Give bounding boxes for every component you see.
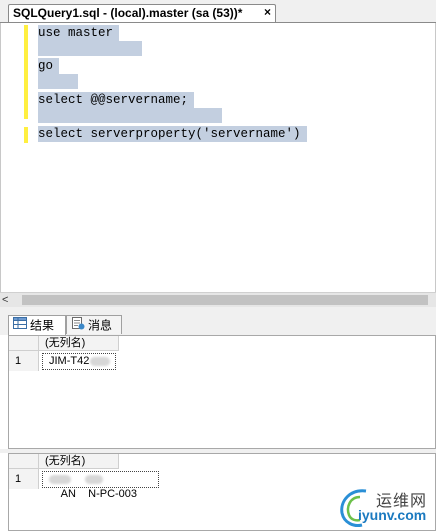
result-cell-value: JIM-T42 — [49, 355, 90, 367]
code-line-select-servername[interactable]: select @@servername; — [38, 92, 195, 108]
row-number[interactable]: 1 — [9, 351, 39, 371]
redacted-blur — [85, 475, 103, 484]
row-number[interactable]: 1 — [9, 469, 39, 489]
grid-corner[interactable] — [9, 454, 39, 469]
query-tab-title: SQLQuery1.sql - (local).master (sa (53))… — [13, 6, 243, 20]
grid-corner[interactable] — [9, 336, 39, 351]
document-tab-strip: SQLQuery1.sql - (local).master (sa (53))… — [0, 0, 436, 23]
query-tab[interactable]: SQLQuery1.sql - (local).master (sa (53))… — [8, 4, 276, 23]
change-marker — [24, 25, 28, 119]
code-line-use-master[interactable]: use master — [38, 25, 120, 41]
query-editor[interactable]: use master go select @@servername; selec… — [0, 23, 436, 292]
tab-results-label: 结果 — [30, 318, 55, 333]
watermark-url: iyunv.com — [358, 507, 427, 523]
tab-messages[interactable]: 消息 — [66, 315, 122, 334]
selection-blank-line — [38, 41, 142, 56]
change-marker — [24, 127, 28, 143]
scrollbar-thumb[interactable] — [22, 295, 428, 305]
editor-horizontal-scrollbar[interactable]: < — [0, 292, 436, 307]
tab-results[interactable]: 结果 — [8, 315, 66, 336]
redacted-blur — [90, 356, 111, 366]
result-grid-1[interactable]: (无列名) 1 JIM-T42 — [8, 335, 436, 449]
scroll-left-arrow-icon[interactable]: < — [2, 293, 8, 307]
result-cell[interactable]: JIM-T42 — [42, 353, 116, 370]
result-cell-value: AN N-PC-003 — [60, 488, 138, 500]
code-line-go[interactable]: go — [38, 58, 60, 74]
message-icon — [71, 316, 85, 336]
grid-icon — [13, 316, 27, 335]
results-tab-strip: 结果 消息 — [0, 313, 436, 336]
code-line-select-serverproperty[interactable]: select serverproperty('servername') — [38, 126, 307, 142]
watermark-logo: 运维网 iyunv.com — [336, 483, 436, 531]
redacted-blur — [49, 475, 71, 484]
selection-blank-line — [38, 74, 78, 89]
column-header[interactable]: (无列名) — [39, 454, 119, 469]
tab-messages-label: 消息 — [88, 318, 113, 333]
selection-blank-line — [38, 108, 222, 123]
close-icon[interactable]: × — [264, 5, 271, 19]
column-header[interactable]: (无列名) — [39, 336, 119, 351]
